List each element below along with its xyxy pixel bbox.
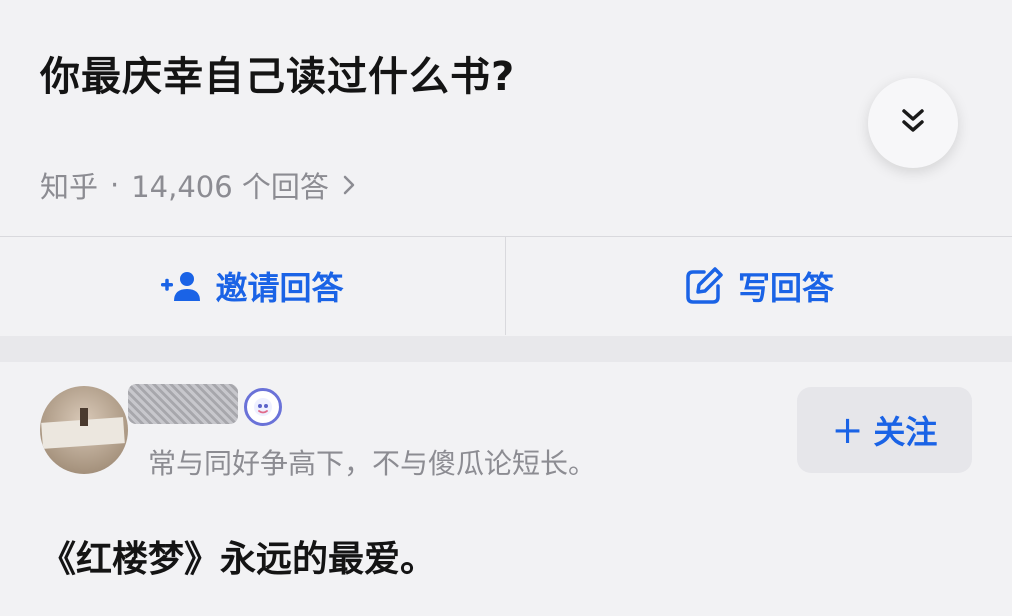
write-answer-button[interactable]: 写回答: [506, 237, 1012, 335]
author-name-blurred[interactable]: [128, 384, 238, 424]
collapse-button[interactable]: [868, 78, 958, 168]
avatar[interactable]: [40, 386, 128, 474]
section-gap: [0, 336, 1012, 362]
edit-icon: [684, 266, 724, 306]
double-chevron-down-icon: [899, 106, 927, 140]
source-label: 知乎: [40, 170, 99, 204]
question-meta[interactable]: 知乎 · 14,406 个回答: [40, 164, 355, 206]
question-title: 你最庆幸自己读过什么书?: [40, 54, 516, 100]
plus-icon: +: [831, 408, 864, 452]
invite-answer-label: 邀请回答: [215, 269, 344, 307]
author-bio: 常与同好争高下，不与傻瓜论短长。: [148, 447, 597, 480]
add-person-icon: [161, 270, 201, 302]
answer-content[interactable]: 《红楼梦》永远的最爱。: [40, 530, 436, 582]
follow-label: 关注: [873, 413, 938, 451]
meta-separator: ·: [110, 168, 120, 202]
invite-answer-button[interactable]: 邀请回答: [0, 237, 505, 335]
chevron-right-icon: [343, 175, 355, 195]
answer-card: 常与同好争高下，不与傻瓜论短长。 + 关注 《红楼梦》永远的最爱。: [0, 362, 1012, 616]
action-bar: 邀请回答 写回答: [0, 237, 1012, 335]
avatar-post-graphic: [80, 408, 88, 426]
follow-button[interactable]: + 关注: [797, 387, 972, 473]
author-badge-icon: [244, 388, 282, 426]
write-answer-label: 写回答: [737, 269, 834, 307]
answer-count: 14,406 个回答: [131, 170, 329, 204]
